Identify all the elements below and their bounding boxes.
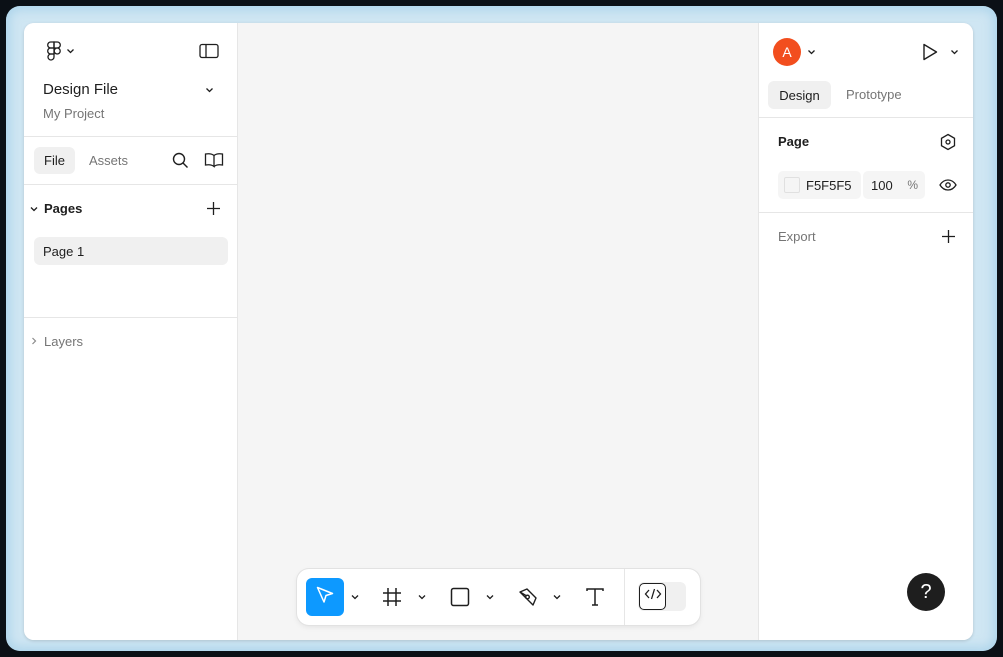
add-page-button[interactable] <box>204 199 222 217</box>
project-name[interactable]: My Project <box>43 106 104 121</box>
page-background-opacity-field[interactable]: 100 % <box>863 171 925 199</box>
code-icon <box>644 587 662 606</box>
divider <box>759 117 973 118</box>
text-tool-button[interactable] <box>584 586 606 608</box>
user-menu-chevron[interactable] <box>805 47 817 57</box>
rectangle-icon <box>450 587 470 607</box>
chevron-down-icon <box>553 594 561 600</box>
canvas[interactable] <box>238 23 758 640</box>
app-window: Design File My Project File Assets Pages… <box>24 23 973 640</box>
page-section-heading: Page <box>778 134 810 149</box>
pages-heading: Pages <box>44 201 83 216</box>
add-export-button[interactable] <box>939 227 957 245</box>
search-button[interactable] <box>170 150 190 170</box>
help-button[interactable]: ? <box>907 573 945 611</box>
layers-heading[interactable]: Layers <box>44 334 83 349</box>
chevron-down-icon <box>351 594 359 600</box>
frame-hash-icon <box>382 587 402 607</box>
export-heading: Export <box>778 229 816 244</box>
cursor-arrow-icon <box>315 585 335 610</box>
frame-tool-options[interactable] <box>415 592 429 602</box>
local-variables-button[interactable] <box>938 132 958 152</box>
chevron-down-icon <box>205 87 214 93</box>
move-tool-button[interactable] <box>306 578 344 616</box>
background-hex-value[interactable]: F5F5F5 <box>806 178 852 193</box>
chevron-down-icon <box>418 594 426 600</box>
present-button[interactable] <box>919 41 941 63</box>
rectangle-tool-button[interactable] <box>449 586 471 608</box>
dev-mode-toggle[interactable] <box>638 582 686 611</box>
page-background-color-field[interactable]: F5F5F5 <box>778 171 861 199</box>
divider <box>24 184 238 185</box>
figma-logo-icon <box>46 41 62 61</box>
chevron-down-icon <box>486 594 494 600</box>
opacity-value[interactable]: 100 <box>871 178 893 193</box>
chevron-down-icon <box>807 49 816 55</box>
plus-icon <box>206 201 221 216</box>
tab-prototype[interactable]: Prototype <box>846 87 902 102</box>
tab-assets[interactable]: Assets <box>89 153 128 168</box>
variables-icon <box>939 133 957 151</box>
text-t-icon <box>585 587 605 607</box>
play-icon <box>922 43 938 61</box>
sidebar-icon <box>199 43 219 59</box>
pen-tool-button[interactable] <box>517 586 539 608</box>
chevron-right-icon <box>31 337 37 345</box>
chevron-down-icon <box>30 206 38 212</box>
shape-tool-options[interactable] <box>483 592 497 602</box>
present-options-chevron[interactable] <box>948 47 960 57</box>
book-icon <box>204 152 224 168</box>
tab-design[interactable]: Design <box>768 81 831 109</box>
tab-file[interactable]: File <box>34 147 75 174</box>
divider <box>24 317 238 318</box>
avatar[interactable]: A <box>773 38 801 66</box>
opacity-unit: % <box>907 178 918 192</box>
visibility-toggle[interactable] <box>938 176 958 194</box>
divider <box>759 212 973 213</box>
chevron-down-icon <box>950 49 959 55</box>
left-panel: Design File My Project File Assets Pages… <box>24 23 238 640</box>
frame-tool-button[interactable] <box>381 586 403 608</box>
plus-icon <box>941 229 956 244</box>
move-tool-options[interactable] <box>348 592 362 602</box>
main-menu-button[interactable] <box>42 40 78 62</box>
eye-icon <box>939 179 957 191</box>
toolbar-divider <box>624 569 625 625</box>
divider <box>24 136 238 137</box>
toggle-sidebar-button[interactable] <box>197 41 221 61</box>
color-swatch[interactable] <box>784 177 800 193</box>
layers-expand-toggle[interactable] <box>29 336 39 346</box>
page-list-item[interactable]: Page 1 <box>34 237 228 265</box>
file-menu-chevron[interactable] <box>202 83 216 97</box>
pages-collapse-toggle[interactable] <box>28 203 40 215</box>
bottom-toolbar <box>297 569 700 625</box>
right-panel: A Design Prototype Page F5F5F5 100 % Exp… <box>758 23 973 640</box>
pen-nib-icon <box>518 587 538 607</box>
library-button[interactable] <box>203 150 225 170</box>
search-icon <box>172 152 189 169</box>
pen-tool-options[interactable] <box>550 592 564 602</box>
chevron-down-icon <box>66 48 75 54</box>
dev-mode-knob <box>639 583 666 610</box>
file-title[interactable]: Design File <box>43 81 118 98</box>
